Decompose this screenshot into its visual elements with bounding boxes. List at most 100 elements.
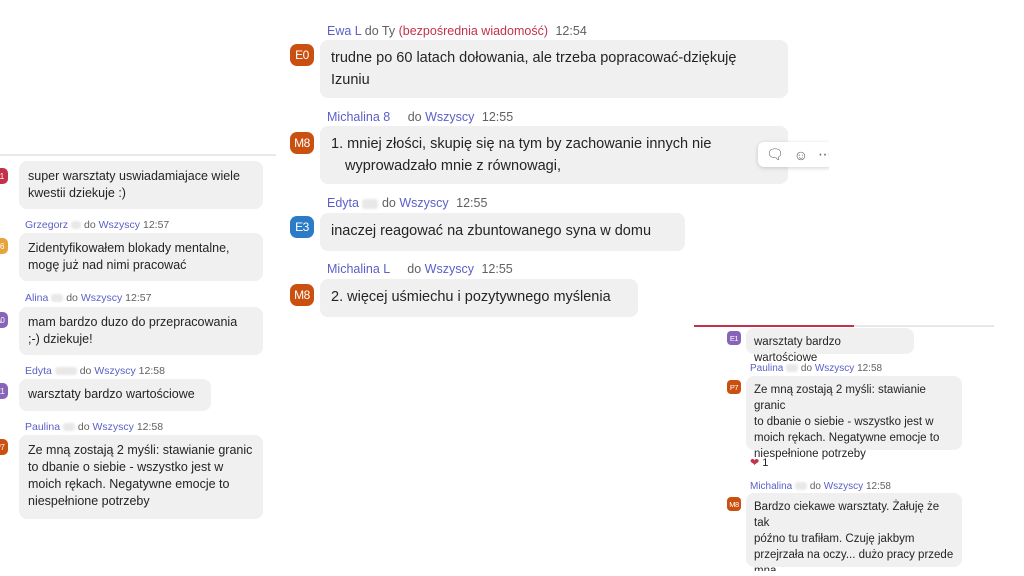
sender-name[interactable]: Ewa L [327,24,361,38]
message-line: Ze mną zostają 2 myśli: stawianie granic [754,384,926,412]
avatar[interactable]: 11 [0,168,8,184]
recipient-name: Wszyscy [94,365,136,377]
sender-name[interactable]: Michalina 8 [327,110,390,124]
timestamp: 12:54 [555,24,587,38]
sender-name[interactable]: Edyta [25,365,52,377]
to-label: do [66,292,78,304]
message-header: Paulina do Wszyscy 12:58 [750,363,882,374]
avatar[interactable]: E3 [290,216,314,238]
avatar[interactable]: E0 [290,44,314,66]
chat-panel-right: E1 warsztaty bardzo wartościowe Paulina … [694,325,994,571]
avatar[interactable]: E1 [727,331,741,345]
message-bubble[interactable]: warsztaty bardzo wartościowe [19,379,211,411]
to-label: do [77,421,90,433]
message-line: 2. więcej uśmiechu i pozytywnego myśleni… [331,289,611,305]
message-actions: 🗨 ☺ ⋯ [758,142,829,167]
message-line: trudne po 60 latach dołowania, ale trzeb… [331,50,737,66]
sender-name[interactable]: Michalina [750,481,792,492]
message-line: 1. mniej złości, skupię się na tym by za… [331,136,712,152]
avatar[interactable]: M8 [727,497,741,511]
timestamp: 12:58 [138,365,165,377]
timestamp: 12:55 [456,196,488,210]
message-line: to dbanie o siebie - wszystko jest w [754,416,934,428]
sender-name[interactable]: Grzegorz [25,219,68,231]
redacted-surname [51,294,64,303]
reaction-count: 1 [762,457,769,469]
recipient-name: Ty [381,24,396,38]
message-line: warsztaty bardzo wartościowe [754,336,841,364]
message-header: Grzegorz do Wszyscy 12:57 [25,219,169,231]
sender-name[interactable]: Michalina L [327,262,390,276]
timestamp: 12:58 [865,481,891,492]
message-header: Alina do Wszyscy 12:57 [25,292,151,304]
recipient-name: Wszyscy [80,292,123,304]
message-line: to dbanie o siebie - wszystko jest w [28,460,224,474]
redacted-surname [54,367,77,376]
redacted-surname [71,221,82,230]
recipient-name: Wszyscy [814,363,855,374]
message-line: Ze mną zostają 2 myśli: stawianie granic [28,443,253,457]
redacted-surname [62,423,75,432]
redacted-surname [795,482,808,491]
timestamp: 12:55 [481,262,513,276]
message-line: niespełnione potrzeby [754,448,866,460]
avatar[interactable]: E1 [0,383,8,399]
message-bubble[interactable]: Ze mną zostają 2 myśli: stawianie granic… [19,435,263,519]
sender-name[interactable]: Paulina [750,363,783,374]
message-bubble[interactable]: mam bardzo duzo do przepracowania ;-) dz… [19,307,263,355]
sender-name[interactable]: Alina [25,292,48,304]
message-line: kwestii dziekuje :) [28,186,126,200]
unread-indicator [694,325,854,327]
more-icon[interactable]: ⋯ [818,146,829,163]
avatar[interactable]: M8 [290,284,314,306]
redacted-surname [786,364,799,373]
message-line: późno tu trafiłam. Czuję jakbym [754,533,915,545]
message-line: niespełnione potrzeby [28,494,150,508]
message-bubble[interactable]: 1. mniej złości, skupię się na tym by za… [320,126,788,184]
avatar[interactable]: M8 [290,132,314,154]
reaction[interactable]: ❤ 1 [750,456,768,469]
message-line: mam bardzo duzo do przepracowania [28,315,238,329]
message-bubble[interactable]: super warsztaty uswiadamiajace wiele kwe… [19,161,263,209]
message-header: Ewa L do Ty (bezpośrednia wiadomość) 12:… [327,24,587,38]
message-header: Edyta do Wszyscy 12:58 [25,365,165,377]
message-bubble[interactable]: Bardzo ciekawe warsztaty. Żałuję że tak … [746,493,962,571]
reply-icon[interactable]: 🗨 [766,146,784,163]
to-label: do [381,196,396,210]
sender-name[interactable]: Edyta [327,196,359,210]
message-bubble[interactable]: 2. więcej uśmiechu i pozytywnego myśleni… [320,279,638,317]
message-line: przejrzała na oczy... dużo pracy przede [754,549,954,561]
avatar[interactable]: P7 [0,439,8,455]
to-label: do [407,262,422,276]
message-line: Izuniu [331,72,370,88]
message-bubble[interactable]: inaczej reagować na zbuntowanego syna w … [320,213,685,251]
to-label: do [800,363,813,374]
message-bubble[interactable]: trudne po 60 latach dołowania, ale trzeb… [320,40,788,98]
message-line: mną [754,565,777,571]
timestamp: 12:57 [125,292,152,304]
message-header: Michalina 8 do Wszyscy 12:55 [327,110,513,124]
message-header: Paulina do Wszyscy 12:58 [25,421,163,433]
message-header: Michalina do Wszyscy 12:58 [750,481,891,492]
message-line: moich rękach. Negatywne emocje to [754,432,940,444]
message-bubble[interactable]: warsztaty bardzo wartościowe [746,328,914,364]
avatar[interactable]: A0 [0,312,8,328]
avatar[interactable]: P7 [727,380,741,394]
recipient-name: Wszyscy [425,110,475,124]
message-line: ;-) dziekuje! [28,332,93,346]
timestamp: 12:58 [857,363,883,374]
to-label: do [84,219,96,231]
chat-panel-center: Ewa L do Ty (bezpośrednia wiadomość) 12:… [284,14,829,332]
message-line: Bardzo ciekawe warsztaty. Żałuję że tak [754,501,940,529]
message-bubble[interactable]: Zidentyfikowałem blokady mentalne, mogę … [19,233,263,281]
avatar[interactable]: 56 [0,238,8,254]
message-line: warsztaty bardzo wartościowe [28,387,195,401]
message-bubble[interactable]: Ze mną zostają 2 myśli: stawianie granic… [746,376,962,460]
direct-message-label: (bezpośrednia wiadomość) [398,24,548,38]
sender-name[interactable]: Paulina [25,421,60,433]
recipient-name: Wszyscy [424,262,474,276]
emoji-icon[interactable]: ☺ [794,147,808,163]
message-line: super warsztaty uswiadamiajace wiele [28,169,240,183]
timestamp: 12:55 [481,110,514,124]
timestamp: 12:58 [136,421,164,433]
